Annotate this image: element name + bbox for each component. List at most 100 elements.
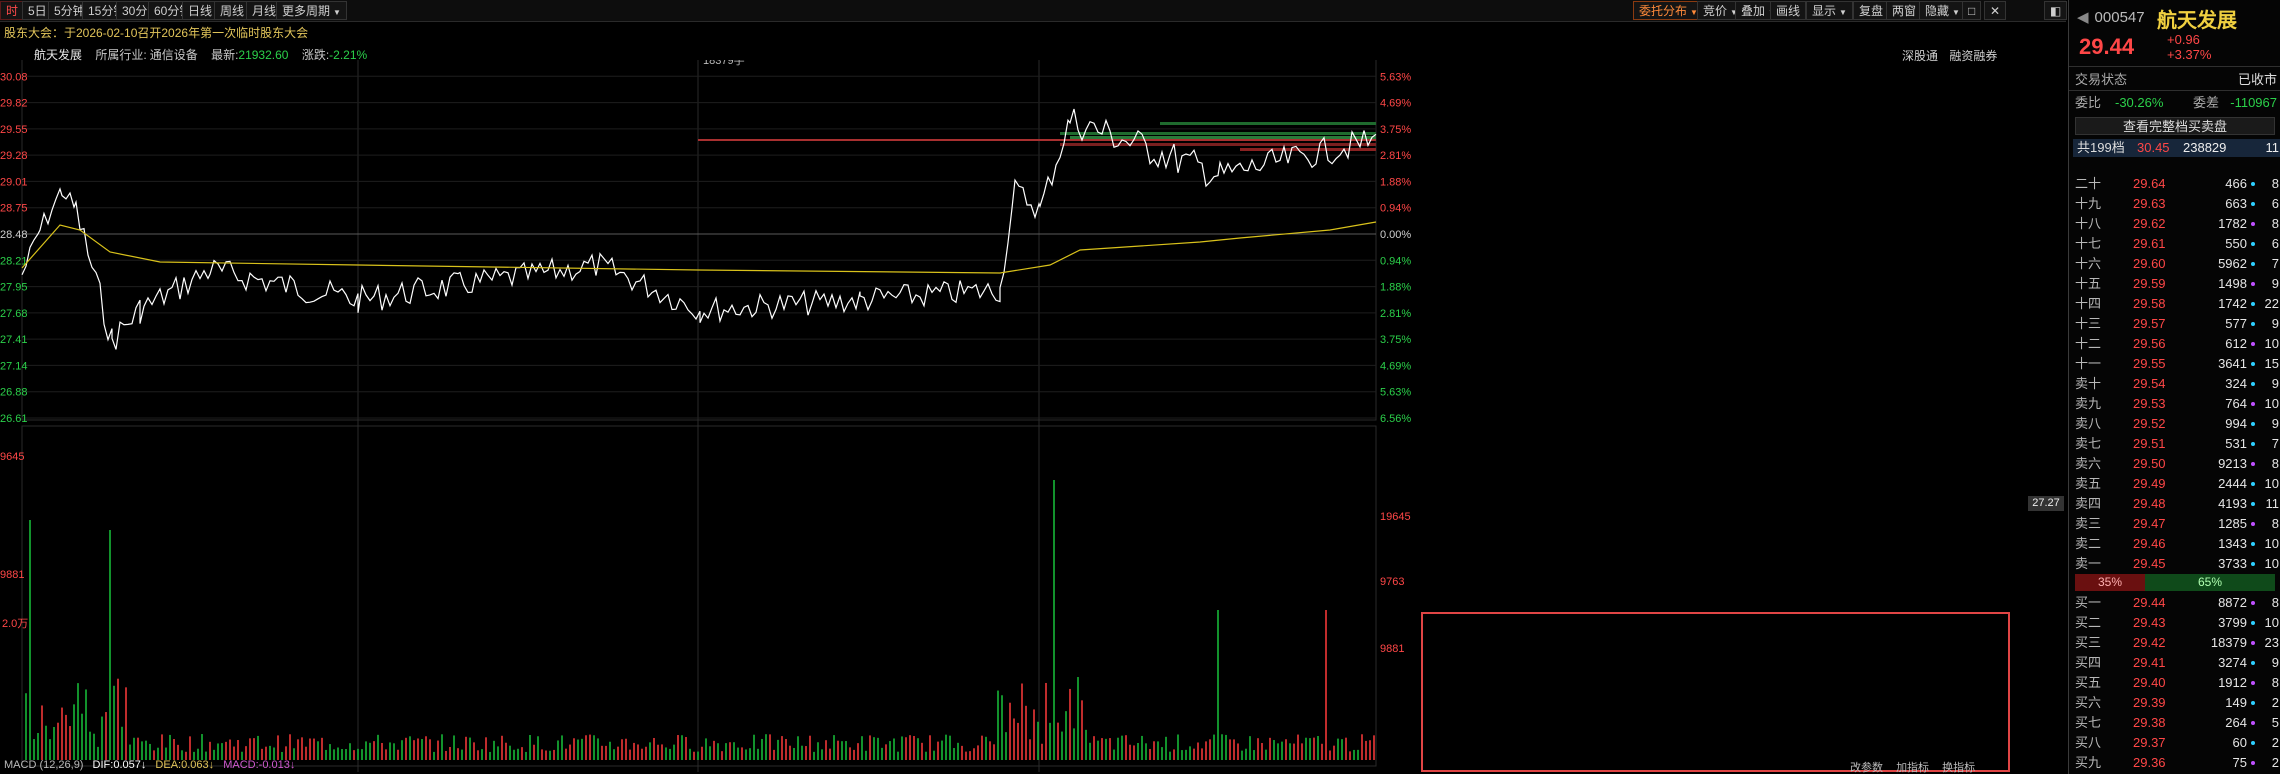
tab-change-params[interactable]: 改参数 bbox=[1850, 762, 1883, 774]
toolbar-tab-left-7[interactable]: 周线 bbox=[214, 1, 251, 20]
bid-row[interactable]: 买九 29.36 75 2 bbox=[2069, 753, 2280, 773]
bid-row[interactable]: 买七 29.38 264 5 bbox=[2069, 713, 2280, 733]
level-order-count: 10 bbox=[2264, 476, 2279, 491]
order-queue-dot-icon[interactable] bbox=[2251, 542, 2255, 546]
level-price: 29.47 bbox=[2133, 516, 2166, 531]
toolbar-tab-left-6[interactable]: 日线 bbox=[182, 1, 219, 20]
level-price: 29.46 bbox=[2133, 536, 2166, 551]
toolbar-tab-right-7[interactable]: 隐藏 ▼ bbox=[1919, 1, 1966, 20]
toolbar-tab-right-4[interactable]: 显示 ▼ bbox=[1806, 1, 1853, 20]
order-queue-dot-icon[interactable] bbox=[2251, 761, 2255, 765]
order-queue-dot-icon[interactable] bbox=[2251, 202, 2255, 206]
toolbar-tab-left-9[interactable]: 更多周期 ▼ bbox=[276, 1, 347, 20]
current-price-tag: 27.27 bbox=[2028, 496, 2064, 511]
level-label: 十二 bbox=[2075, 336, 2102, 351]
level-label: 买一 bbox=[2075, 595, 2102, 610]
toolbar-tab-right-0[interactable]: 委托分布 ▼ bbox=[1633, 1, 1704, 20]
ask-row[interactable]: 二十 29.64 466 8 bbox=[2069, 174, 2280, 194]
order-queue-dot-icon[interactable] bbox=[2251, 222, 2255, 226]
level-price: 29.53 bbox=[2133, 396, 2166, 411]
level-price: 29.55 bbox=[2133, 356, 2166, 371]
ask-row[interactable]: 卖三 29.47 1285 8 bbox=[2069, 514, 2280, 534]
order-queue-dot-icon[interactable] bbox=[2251, 422, 2255, 426]
ask-row[interactable]: 十二 29.56 612 10 bbox=[2069, 334, 2280, 354]
level-volume: 531 bbox=[2225, 436, 2247, 451]
bid-row[interactable]: 买一 29.44 8872 8 bbox=[2069, 593, 2280, 613]
tab-switch-indicator[interactable]: 换指标 bbox=[1942, 762, 1975, 774]
ask-row[interactable]: 十七 29.61 550 6 bbox=[2069, 234, 2280, 254]
order-queue-dot-icon[interactable] bbox=[2251, 262, 2255, 266]
order-queue-dot-icon[interactable] bbox=[2251, 242, 2255, 246]
bid-row[interactable]: 买八 29.37 60 2 bbox=[2069, 733, 2280, 753]
panel-toggle-icon[interactable]: ◧ bbox=[2044, 1, 2068, 20]
order-queue-dot-icon[interactable] bbox=[2251, 641, 2255, 645]
order-queue-dot-icon[interactable] bbox=[2251, 442, 2255, 446]
toolbar-tab-right-5[interactable]: 复盘 bbox=[1853, 1, 1890, 20]
bid-row[interactable]: 买五 29.40 1912 8 bbox=[2069, 673, 2280, 693]
intraday-chart[interactable]: 30.356.56%30.085.63%29.824.69%29.553.75%… bbox=[0, 60, 2066, 774]
toolbar-tab-right-6[interactable]: 两窗 bbox=[1886, 1, 1923, 20]
ask-row[interactable]: 卖二 29.46 1343 10 bbox=[2069, 534, 2280, 554]
ask-row[interactable]: 卖八 29.52 994 9 bbox=[2069, 414, 2280, 434]
order-queue-dot-icon[interactable] bbox=[2251, 282, 2255, 286]
order-queue-dot-icon[interactable] bbox=[2251, 522, 2255, 526]
ask-row[interactable]: 卖四 29.48 4193 11 bbox=[2069, 494, 2280, 514]
level-volume: 1782 bbox=[2218, 216, 2247, 231]
ask-row[interactable]: 卖九 29.53 764 10 bbox=[2069, 394, 2280, 414]
ask-row[interactable]: 卖十 29.54 324 9 bbox=[2069, 374, 2280, 394]
toolbar-tab-left-0[interactable]: 时 bbox=[0, 1, 25, 20]
price-tick-label: 28.21 bbox=[0, 255, 28, 267]
level-price: 29.37 bbox=[2133, 735, 2166, 750]
order-queue-dot-icon[interactable] bbox=[2251, 741, 2255, 745]
ask-row[interactable]: 十九 29.63 663 6 bbox=[2069, 194, 2280, 214]
order-queue-dot-icon[interactable] bbox=[2251, 661, 2255, 665]
bid-row[interactable]: 买四 29.41 3274 9 bbox=[2069, 653, 2280, 673]
order-queue-dot-icon[interactable] bbox=[2251, 601, 2255, 605]
prev-stock-icon[interactable]: ◀ bbox=[2077, 9, 2089, 26]
order-queue-dot-icon[interactable] bbox=[2251, 562, 2255, 566]
ask-row[interactable]: 十五 29.59 1498 9 bbox=[2069, 274, 2280, 294]
order-queue-dot-icon[interactable] bbox=[2251, 721, 2255, 725]
ask-row[interactable]: 十八 29.62 1782 8 bbox=[2069, 214, 2280, 234]
bid-row[interactable]: 买二 29.43 3799 10 bbox=[2069, 613, 2280, 633]
order-queue-dot-icon[interactable] bbox=[2251, 502, 2255, 506]
ask-row[interactable]: 卖五 29.49 2444 10 bbox=[2069, 474, 2280, 494]
full-order-book-button[interactable]: 查看完整档买卖盘 bbox=[2075, 117, 2275, 135]
divider bbox=[2069, 66, 2280, 67]
total-levels-count: 11 bbox=[2265, 140, 2280, 155]
bid-row[interactable]: 买三 29.42 18379 23 bbox=[2069, 633, 2280, 653]
level-price: 29.56 bbox=[2133, 336, 2166, 351]
close-icon[interactable]: ✕ bbox=[1984, 1, 2007, 20]
macd-title[interactable]: MACD (12,26,9) bbox=[4, 759, 83, 771]
bid-row[interactable]: 买六 29.39 149 2 bbox=[2069, 693, 2280, 713]
ask-row[interactable]: 卖六 29.50 9213 8 bbox=[2069, 454, 2280, 474]
level-label: 十三 bbox=[2075, 316, 2102, 331]
order-queue-dot-icon[interactable] bbox=[2251, 302, 2255, 306]
order-queue-dot-icon[interactable] bbox=[2251, 482, 2255, 486]
order-queue-dot-icon[interactable] bbox=[2251, 681, 2255, 685]
order-queue-dot-icon[interactable] bbox=[2251, 701, 2255, 705]
ask-row[interactable]: 十一 29.55 3641 15 bbox=[2069, 354, 2280, 374]
ask-row[interactable]: 十四 29.58 1742 22 bbox=[2069, 294, 2280, 314]
order-queue-dot-icon[interactable] bbox=[2251, 182, 2255, 186]
level-order-count: 2 bbox=[2271, 735, 2279, 750]
ask-row[interactable]: 十六 29.60 5962 7 bbox=[2069, 254, 2280, 274]
order-queue-dot-icon[interactable] bbox=[2251, 362, 2255, 366]
order-queue-dot-icon[interactable] bbox=[2251, 621, 2255, 625]
toolbar-tab-right-3[interactable]: 画线 bbox=[1770, 1, 1807, 20]
order-queue-dot-icon[interactable] bbox=[2251, 462, 2255, 466]
level-volume: 466 bbox=[2225, 176, 2247, 191]
ask-row[interactable]: 卖七 29.51 531 7 bbox=[2069, 434, 2280, 454]
toolbar-tab-label: 显示 bbox=[1812, 4, 1837, 18]
ask-row[interactable]: 卖一 29.45 3733 10 bbox=[2069, 554, 2280, 574]
toolbar-tab-label: 画线 bbox=[1776, 4, 1801, 18]
order-queue-dot-icon[interactable] bbox=[2251, 322, 2255, 326]
order-queue-dot-icon[interactable] bbox=[2251, 342, 2255, 346]
order-queue-dot-icon[interactable] bbox=[2251, 402, 2255, 406]
order-queue-dot-icon[interactable] bbox=[2251, 382, 2255, 386]
maximize-icon[interactable]: □ bbox=[1962, 1, 1982, 20]
tab-add-indicator[interactable]: 加指标 bbox=[1896, 762, 1929, 774]
price-change: +0.96 +3.37% bbox=[2167, 32, 2211, 62]
ask-row[interactable]: 十三 29.57 577 9 bbox=[2069, 314, 2280, 334]
level-volume: 764 bbox=[2225, 396, 2247, 411]
